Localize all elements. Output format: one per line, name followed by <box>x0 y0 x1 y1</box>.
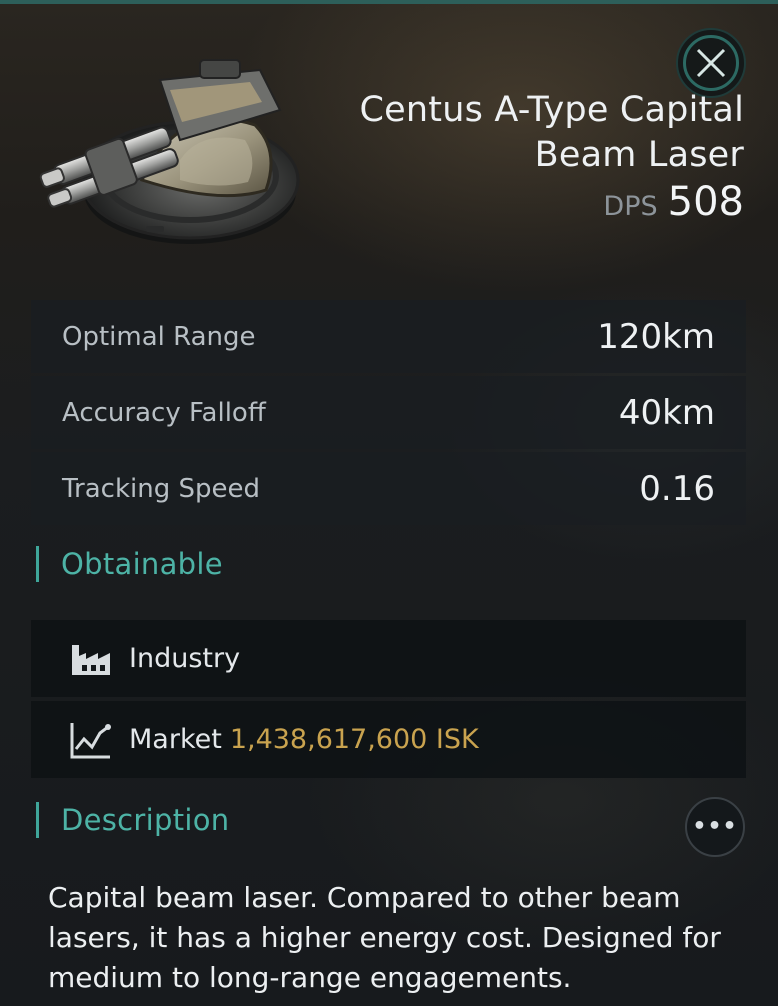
stat-value: 0.16 <box>639 468 715 509</box>
stat-value: 120km <box>597 316 715 357</box>
section-accent-bar <box>36 546 39 582</box>
dps-label: DPS <box>603 191 658 222</box>
factory-icon <box>69 639 113 679</box>
obtainable-list: Industry Market 1,438,617,600 ISK <box>31 620 746 782</box>
stats-table: Optimal Range 120km Accuracy Falloff 40k… <box>31 300 746 528</box>
stat-label: Accuracy Falloff <box>62 397 266 428</box>
stat-row-optimal-range: Optimal Range 120km <box>31 300 746 373</box>
turret-image <box>39 59 300 244</box>
stat-value: 40km <box>618 392 715 433</box>
stat-label: Tracking Speed <box>62 473 261 504</box>
top-accent-line <box>0 0 778 4</box>
line-chart-icon <box>69 720 113 760</box>
stat-label: Optimal Range <box>62 321 256 352</box>
description-section-header: Description <box>36 802 229 838</box>
item-title: Centus A-Type Capital Beam Laser <box>359 90 744 175</box>
more-options-icon: ••• <box>692 814 738 839</box>
obtain-industry-row[interactable]: Industry <box>31 620 746 697</box>
obtainable-section-header: Obtainable <box>36 546 223 582</box>
dps-readout: DPS 508 <box>284 180 744 229</box>
market-price: 1,438,617,600 ISK <box>229 724 479 755</box>
stat-row-accuracy-falloff: Accuracy Falloff 40km <box>31 376 746 449</box>
item-header: Centus A-Type Capital Beam Laser DPS 508 <box>284 88 744 229</box>
description-text: Capital beam laser. Compared to other be… <box>48 881 721 994</box>
stat-row-tracking-speed: Tracking Speed 0.16 <box>31 452 746 525</box>
market-label: Market <box>129 724 222 755</box>
section-accent-bar <box>36 802 39 838</box>
obtainable-title: Obtainable <box>61 547 223 581</box>
dps-value: 508 <box>667 179 744 225</box>
close-button-ring <box>683 35 739 91</box>
more-options-button[interactable]: ••• <box>685 797 745 857</box>
industry-label: Industry <box>129 643 241 674</box>
obtain-market-row[interactable]: Market 1,438,617,600 ISK <box>31 701 746 778</box>
description-title: Description <box>61 803 230 837</box>
